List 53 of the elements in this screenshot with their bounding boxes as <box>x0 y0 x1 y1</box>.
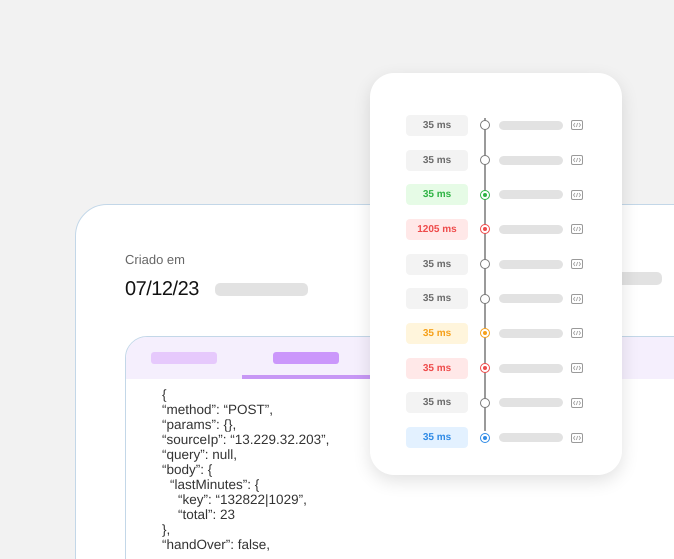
code-icon[interactable] <box>571 294 583 304</box>
duration-badge: 35 ms <box>406 254 468 275</box>
code-icon[interactable] <box>571 120 583 130</box>
duration-badge: 1205 ms <box>406 218 468 240</box>
skeleton-bar <box>499 224 563 234</box>
code-icon[interactable] <box>571 363 583 374</box>
code-line: “method”: “POST”, <box>162 402 274 417</box>
code-line: “handOver”: false, <box>162 537 270 552</box>
status-dot <box>480 155 490 166</box>
code-line: “params”: {}, <box>162 417 236 432</box>
skeleton-bar <box>499 294 563 304</box>
duration-badge: 35 ms <box>406 392 468 414</box>
duration-badge: 35 ms <box>406 288 468 310</box>
code-icon[interactable] <box>571 259 583 270</box>
skeleton-bar <box>499 260 563 269</box>
duration-badge: 35 ms <box>406 184 468 206</box>
status-dot <box>480 363 490 374</box>
code-icon[interactable] <box>571 155 583 166</box>
duration-badge: 35 ms <box>406 150 468 171</box>
code-icon[interactable] <box>571 398 583 408</box>
code-line: “body”: { <box>162 462 212 477</box>
status-dot <box>480 432 490 443</box>
duration-badge: 35 ms <box>406 114 468 136</box>
code-line: { <box>162 387 167 402</box>
skeleton-bar <box>499 156 563 165</box>
skeleton-bar <box>499 433 563 442</box>
skeleton-bar <box>499 364 563 373</box>
duration-badge: 35 ms <box>406 427 468 448</box>
status-dot <box>480 190 490 200</box>
created-date: 07/12/23 <box>125 277 199 302</box>
code-icon[interactable] <box>571 224 583 234</box>
skeleton-bar <box>499 328 563 338</box>
code-line: “lastMinutes”: { <box>170 477 260 492</box>
code-icon[interactable] <box>571 190 583 200</box>
code-line: “sourceIp”: “13.229.32.203”, <box>162 432 330 447</box>
code-line: “key”: “132822|1029”, <box>178 492 307 507</box>
skeleton-bar <box>499 190 563 200</box>
status-dot <box>480 120 490 130</box>
status-dot <box>480 398 490 408</box>
status-dot <box>480 259 490 270</box>
code-line: “query”: null, <box>162 447 238 462</box>
status-dot <box>480 224 490 234</box>
code-line: }, <box>162 522 170 537</box>
status-dot <box>480 294 490 304</box>
skeleton-bar <box>499 120 563 130</box>
code-line: “total”: 23 <box>178 507 236 522</box>
code-icon[interactable] <box>571 328 583 338</box>
code-icon[interactable] <box>571 432 583 443</box>
status-dot <box>480 328 490 338</box>
duration-badge: 35 ms <box>406 358 468 379</box>
created-label: Criado em <box>125 253 185 266</box>
skeleton-bar <box>499 398 563 408</box>
duration-badge: 35 ms <box>406 322 468 344</box>
